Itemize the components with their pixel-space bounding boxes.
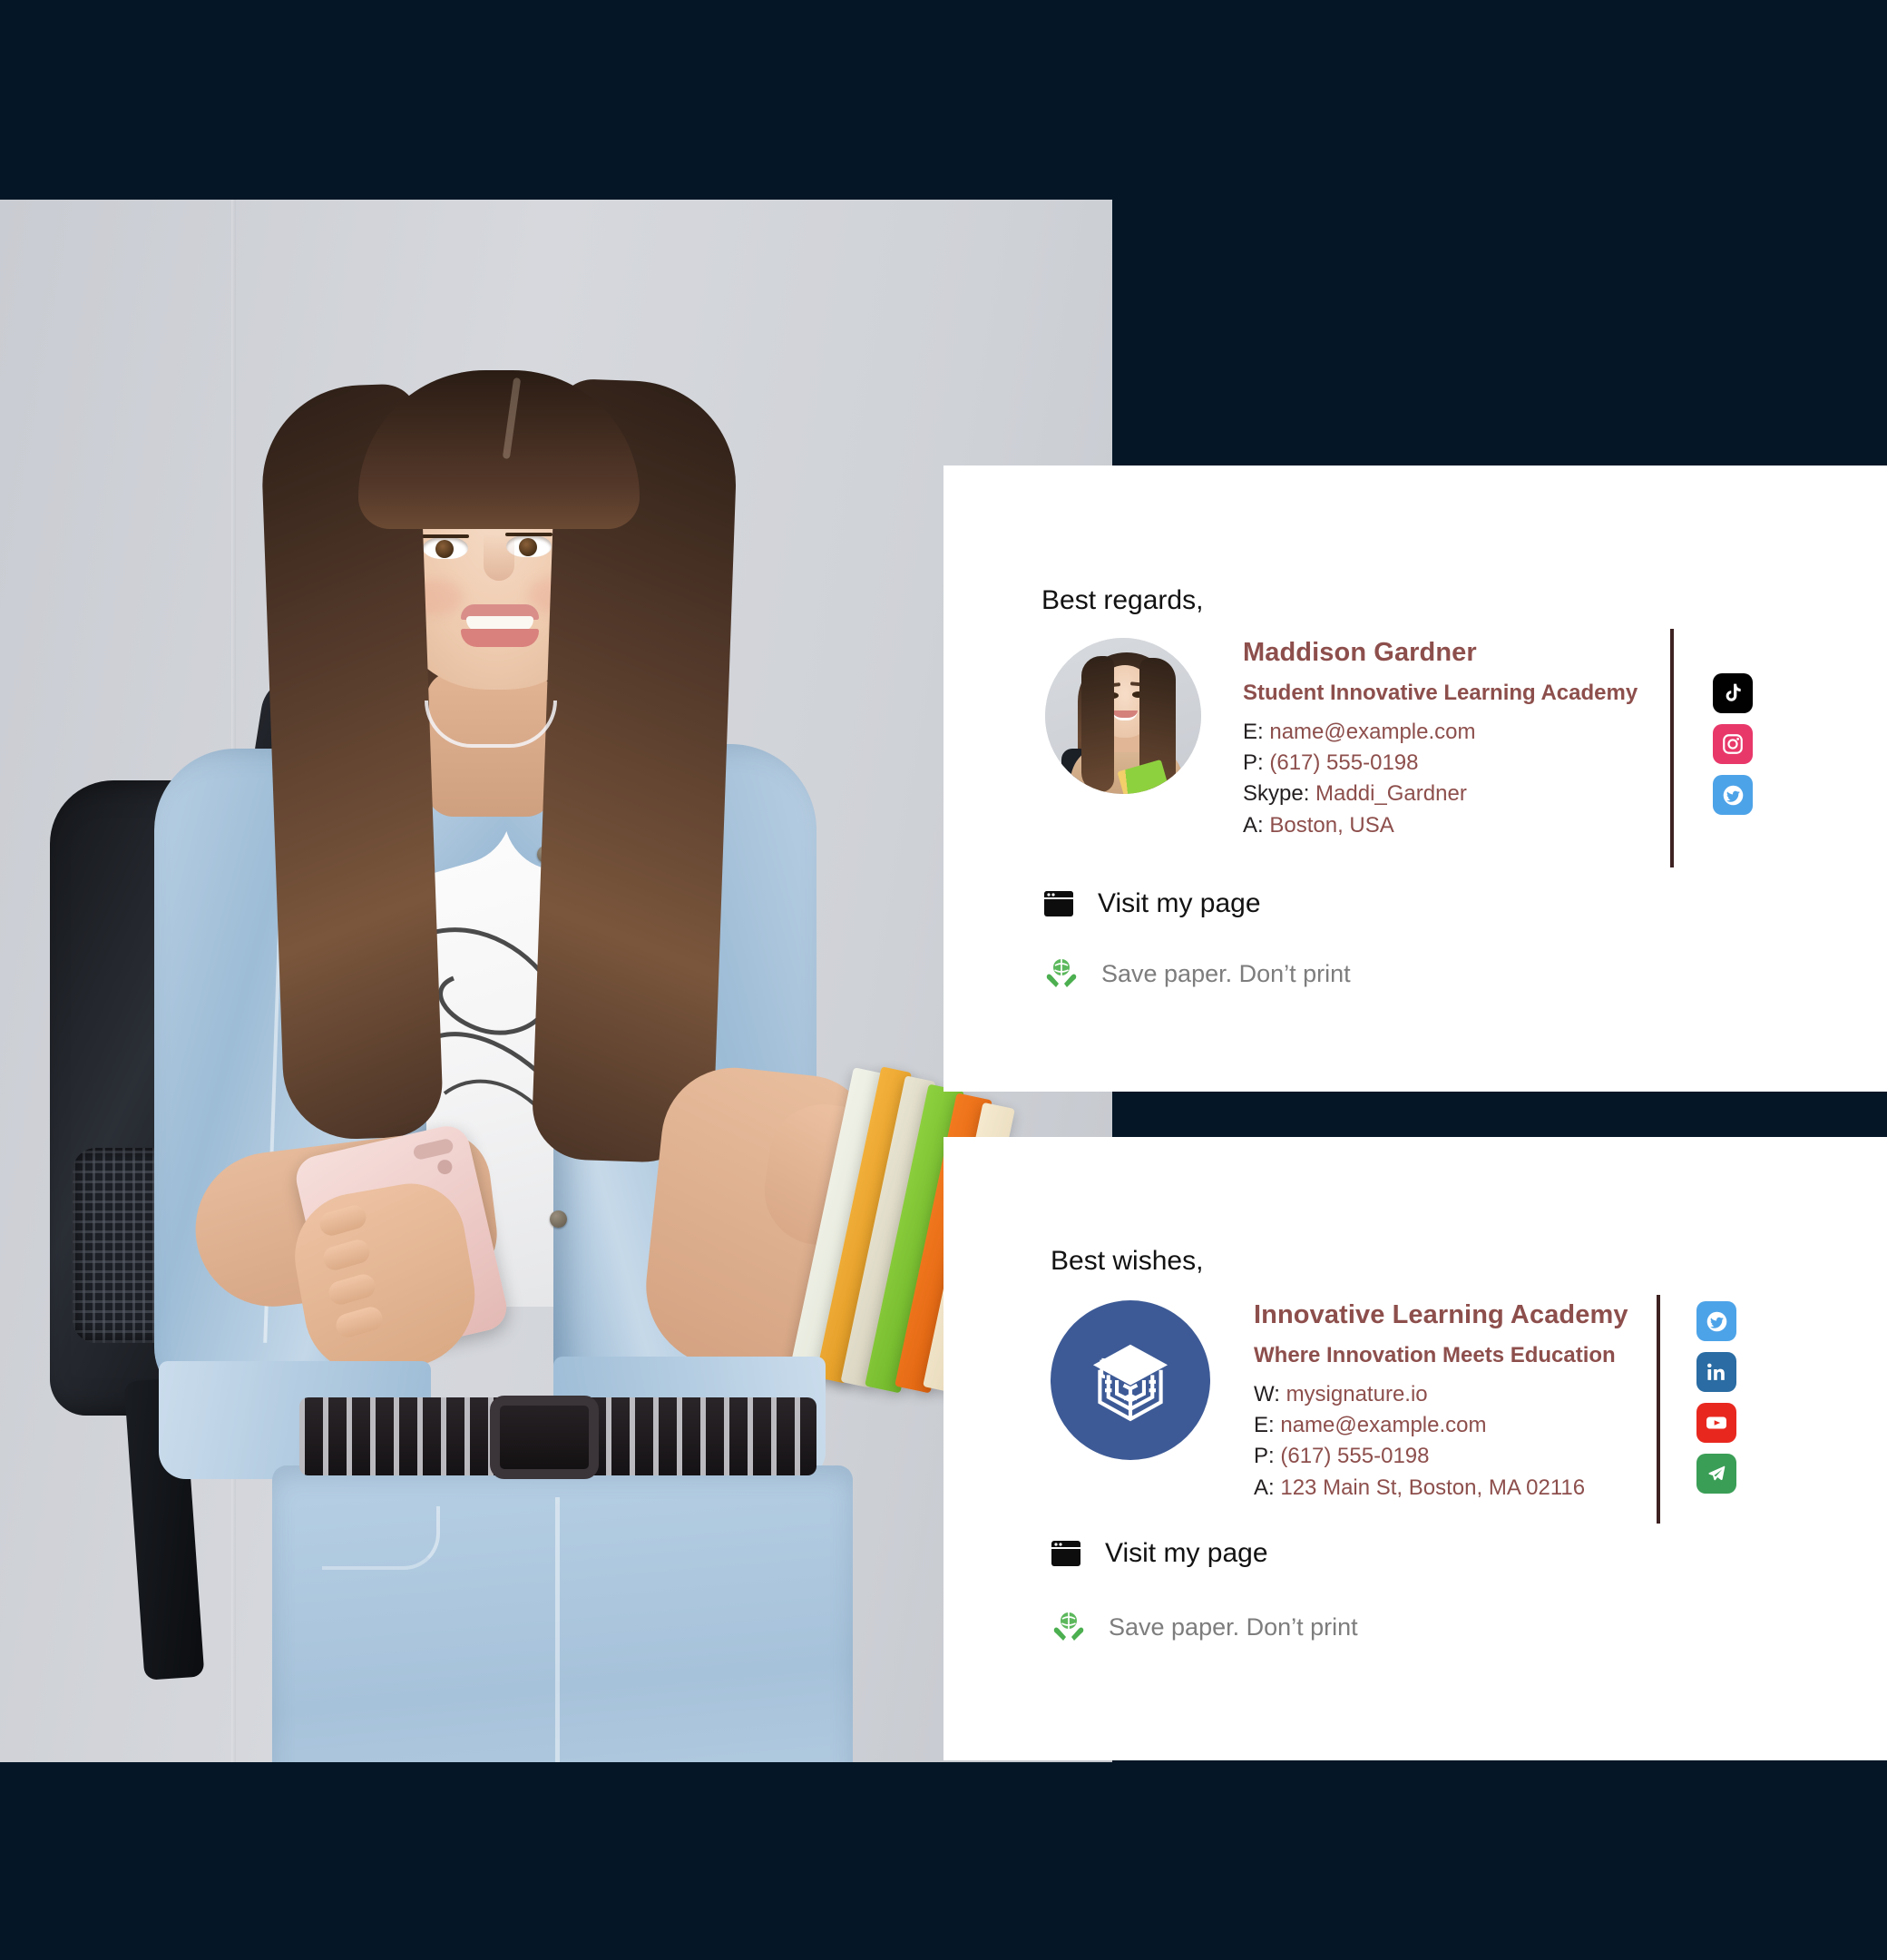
line-label: Skype: — [1243, 781, 1310, 807]
contact-line-website: W: mysignature.io — [1254, 1383, 1628, 1406]
contact-name: Maddison Gardner — [1243, 638, 1477, 667]
nose — [484, 534, 514, 581]
telegram-icon[interactable] — [1696, 1454, 1736, 1494]
twitter-icon[interactable] — [1713, 775, 1753, 815]
contact-line-phone: P: (617) 555-0198 — [1254, 1445, 1628, 1467]
greeting-text: Best regards, — [1041, 585, 1204, 615]
jeans-pocket — [322, 1506, 440, 1570]
greeting-text: Best wishes, — [1051, 1246, 1204, 1276]
visit-my-page-link[interactable]: Visit my page — [1051, 1538, 1268, 1569]
signature-divider — [1670, 629, 1674, 867]
line-value[interactable]: Maddi_Gardner — [1315, 781, 1467, 806]
email-signature-card-company: Best wishes, Innovative Learning Academy… — [944, 1137, 1887, 1760]
contact-lines: W: mysignature.io E: name@example.com P:… — [1254, 1383, 1628, 1499]
line-value[interactable]: name@example.com — [1280, 1413, 1486, 1437]
graduation-circuit-logo-icon — [1092, 1344, 1168, 1422]
company-name: Innovative Learning Academy — [1254, 1300, 1628, 1329]
line-label: E: — [1254, 1413, 1275, 1438]
line-value[interactable]: (617) 555-0198 — [1269, 750, 1418, 775]
contact-line-email: E: name@example.com — [1243, 720, 1638, 743]
signature-divider — [1657, 1295, 1660, 1524]
youtube-icon[interactable] — [1696, 1403, 1736, 1443]
line-label: P: — [1243, 750, 1264, 776]
line-label: A: — [1243, 812, 1264, 838]
line-label: A: — [1254, 1475, 1275, 1500]
visit-my-page-link[interactable]: Visit my page — [1043, 888, 1261, 919]
eye-left — [423, 537, 468, 559]
logo-wrapper — [1051, 1300, 1210, 1460]
save-paper-label: Save paper. Don’t print — [1109, 1612, 1358, 1641]
belt-buckle — [490, 1396, 599, 1479]
jacket-button — [550, 1210, 567, 1228]
twitter-icon[interactable] — [1696, 1301, 1736, 1341]
social-links-student — [1713, 673, 1753, 815]
line-label: E: — [1243, 720, 1264, 744]
browser-window-icon — [1043, 889, 1074, 918]
signature-body: Maddison Gardner Student Innovative Lear… — [1045, 638, 1638, 845]
save-paper-notice: Save paper. Don’t print — [1043, 956, 1351, 992]
signature-details: Maddison Gardner Student Innovative Lear… — [1243, 638, 1638, 845]
contact-line-email: E: name@example.com — [1254, 1414, 1628, 1436]
visit-my-page-label: Visit my page — [1098, 888, 1261, 918]
contact-title: Student Innovative Learning Academy — [1243, 681, 1638, 705]
avatar — [1045, 638, 1201, 794]
instagram-icon[interactable] — [1713, 724, 1753, 764]
visit-my-page-label: Visit my page — [1105, 1538, 1268, 1568]
line-label: W: — [1254, 1382, 1280, 1406]
globe-in-hands-icon — [1043, 956, 1080, 992]
line-label: P: — [1254, 1444, 1275, 1469]
jeans-seam — [555, 1497, 560, 1762]
contact-line-address: A: Boston, USA — [1243, 812, 1638, 838]
contact-line-address: A: 123 Main St, Boston, MA 02116 — [1254, 1475, 1628, 1500]
line-value: Boston, USA — [1269, 812, 1394, 838]
browser-window-icon — [1051, 1539, 1081, 1568]
line-value: 123 Main St, Boston, MA 02116 — [1280, 1475, 1586, 1500]
contact-line-skype: Skype: Maddi_Gardner — [1243, 782, 1638, 805]
linkedin-icon[interactable] — [1696, 1352, 1736, 1392]
contact-lines: E: name@example.com P: (617) 555-0198 Sk… — [1243, 720, 1638, 837]
save-paper-notice: Save paper. Don’t print — [1051, 1609, 1358, 1645]
tiktok-icon[interactable] — [1713, 673, 1753, 713]
lower-lip — [461, 629, 539, 647]
avatar-wrapper — [1045, 638, 1201, 794]
signature-details: Innovative Learning Academy Where Innova… — [1254, 1300, 1628, 1507]
line-value[interactable]: name@example.com — [1269, 720, 1475, 744]
social-links-company — [1696, 1301, 1736, 1494]
save-paper-label: Save paper. Don’t print — [1101, 959, 1351, 987]
globe-in-hands-icon — [1051, 1609, 1087, 1645]
contact-line-phone: P: (617) 555-0198 — [1243, 751, 1638, 774]
line-value[interactable]: (617) 555-0198 — [1280, 1444, 1429, 1468]
signature-body: Innovative Learning Academy Where Innova… — [1051, 1300, 1628, 1507]
company-tagline: Where Innovation Meets Education — [1254, 1343, 1616, 1367]
academy-logo — [1051, 1300, 1210, 1460]
line-value[interactable]: mysignature.io — [1286, 1382, 1428, 1406]
